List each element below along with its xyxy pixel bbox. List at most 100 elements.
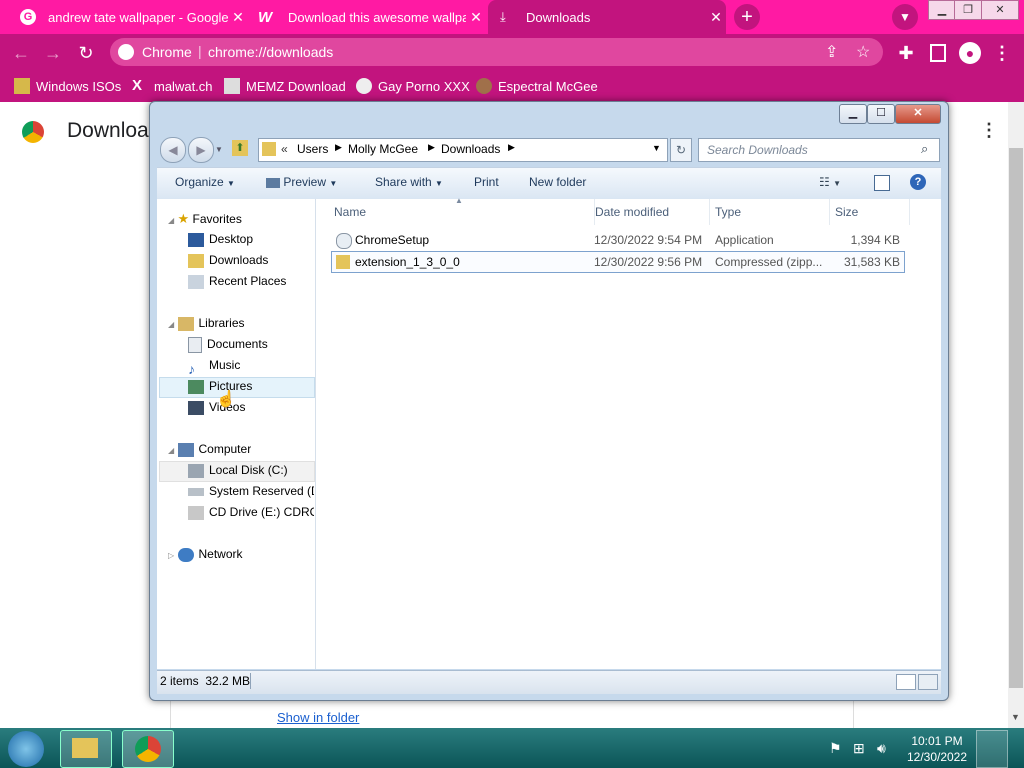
bookmark-windows-isos[interactable]: Windows ISOs	[14, 70, 121, 102]
url-text[interactable]: chrome://downloads	[208, 44, 333, 60]
recent-pages-chevron-icon[interactable]: ▼	[215, 145, 223, 154]
bookmark-espectral[interactable]: Espectral McGee	[476, 70, 598, 102]
status-divider	[250, 673, 251, 689]
reload-icon[interactable]: ↻	[75, 42, 97, 64]
preview-button[interactable]: Preview ▼	[266, 167, 337, 198]
nav-music[interactable]: ♪ Music	[188, 355, 240, 376]
nav-downloads[interactable]: Downloads	[188, 250, 268, 271]
print-button[interactable]: Print	[474, 167, 499, 198]
breadcrumb-arrow-icon[interactable]: ▶	[335, 142, 342, 153]
details-view-icon[interactable]	[896, 674, 916, 690]
user-avatar[interactable]	[976, 730, 1008, 768]
view-options-icon[interactable]: ☷ ▼	[819, 167, 841, 198]
breadcrumb-arrow-icon[interactable]: ▶	[508, 142, 515, 153]
help-icon[interactable]: ?	[910, 174, 926, 190]
column-type[interactable]: Type	[709, 199, 830, 225]
large-icons-view-icon[interactable]	[918, 674, 938, 690]
up-folder-icon[interactable]: ⬆	[232, 140, 248, 156]
column-date-modified[interactable]: Date modified	[589, 199, 710, 225]
explorer-close-button[interactable]: ✕	[895, 104, 941, 124]
address-dropdown-icon[interactable]: ▼	[652, 143, 661, 153]
close-icon[interactable]: ✕	[228, 9, 248, 26]
chrome-taskbar-button[interactable]	[122, 730, 174, 768]
file-name: ChromeSetup	[355, 233, 430, 247]
overflow-chevron-icon[interactable]: «	[281, 142, 288, 156]
star-icon[interactable]: ☆	[856, 42, 870, 62]
nav-cd-drive[interactable]: CD Drive (E:) CDROM	[188, 502, 314, 523]
close-icon[interactable]: ✕	[706, 9, 726, 26]
tab-downloads[interactable]: ⤓ Downloads ✕	[488, 0, 726, 34]
share-icon[interactable]: ⇪	[825, 42, 838, 62]
search-input[interactable]: Search Downloads ⌕	[698, 138, 940, 162]
scroll-down-arrow-icon[interactable]: ▼	[1011, 712, 1020, 722]
nav-computer[interactable]: ◢ Computer	[168, 439, 251, 460]
breadcrumb-arrow-icon[interactable]: ▶	[428, 142, 435, 153]
forward-arrow-icon[interactable]: →	[42, 42, 64, 64]
minimize-button[interactable]: ▁	[928, 0, 956, 20]
scrollbar-thumb[interactable]	[1009, 148, 1023, 688]
documents-icon	[188, 336, 202, 353]
side-panel-icon[interactable]	[930, 44, 946, 62]
profile-avatar-icon[interactable]: ●	[959, 42, 981, 64]
page-menu-kebab-icon[interactable]: ⋮	[980, 120, 998, 141]
close-window-button[interactable]: ✕	[981, 0, 1019, 20]
tab-google[interactable]: G andrew tate wallpaper - Google ✕	[14, 0, 248, 34]
show-in-folder-link[interactable]: Show in folder	[277, 710, 359, 725]
nav-local-disk[interactable]: Local Disk (C:)	[188, 460, 288, 481]
volume-icon[interactable]: 🔊︎	[877, 740, 886, 757]
nav-recent-places[interactable]: Recent Places	[188, 271, 286, 292]
search-icon[interactable]: ⌕	[921, 141, 928, 157]
column-size[interactable]: Size	[829, 199, 910, 225]
bookmark-malwatch[interactable]: Xmalwat.ch	[132, 70, 213, 102]
menu-kebab-icon[interactable]: ⋮	[991, 42, 1013, 64]
chevron-down-icon: ▼	[227, 179, 235, 188]
clock-date: 12/30/2022	[906, 750, 968, 764]
start-button[interactable]	[8, 731, 44, 767]
music-note-icon: ♪	[188, 360, 195, 376]
explorer-taskbar-button[interactable]	[60, 730, 112, 768]
breadcrumb-users[interactable]: Users	[297, 142, 328, 156]
refresh-icon[interactable]: ↻	[670, 138, 692, 162]
nav-network[interactable]: ▷ Network	[168, 544, 243, 565]
bookmark-gay-porno[interactable]: Gay Porno XXX	[356, 70, 470, 102]
tab-wallpaper[interactable]: W Download this awesome wallpa ✕	[252, 0, 486, 34]
site-favicon-icon	[224, 78, 240, 94]
organize-button[interactable]: Organize ▼	[175, 167, 235, 198]
omnibox[interactable]: Chrome | chrome://downloads ⇪ ☆	[110, 38, 883, 66]
nav-libraries[interactable]: ◢ Libraries	[168, 313, 245, 334]
new-folder-button[interactable]: New folder	[529, 167, 586, 198]
close-icon[interactable]: ✕	[466, 9, 486, 26]
nav-favorites[interactable]: ◢ ★ Favorites	[168, 208, 242, 229]
address-bar[interactable]: « Users ▶ Molly McGee ▶ Downloads ▶ ▼	[258, 138, 668, 162]
nav-system-reserved[interactable]: System Reserved (D:	[188, 481, 314, 502]
file-row[interactable]: extension_1_3_0_0 12/30/2022 9:56 PM Com…	[331, 251, 905, 273]
explorer-maximize-button[interactable]: ☐	[867, 104, 895, 124]
hard-drive-icon	[188, 463, 204, 478]
forward-arrow-icon[interactable]: ▶	[188, 137, 214, 163]
explorer-minimize-button[interactable]: ▁	[839, 104, 867, 124]
recent-places-icon	[188, 274, 204, 289]
action-center-flag-icon[interactable]: ⚑	[829, 740, 842, 757]
search-placeholder: Search Downloads	[707, 143, 808, 157]
back-arrow-icon[interactable]: ◀	[160, 137, 186, 163]
preview-pane-icon[interactable]	[874, 175, 890, 191]
clock[interactable]: 10:01 PM 12/30/2022	[901, 733, 973, 765]
file-row[interactable]: ChromeSetup 12/30/2022 9:54 PM Applicati…	[332, 230, 904, 250]
breadcrumb-downloads[interactable]: Downloads	[441, 142, 500, 156]
back-arrow-icon[interactable]: ←	[10, 42, 32, 64]
tab-search-chevron-icon[interactable]: ▼	[892, 4, 918, 30]
status-bar	[157, 670, 941, 694]
share-with-button[interactable]: Share with ▼	[375, 167, 443, 198]
breadcrumb-user[interactable]: Molly McGee	[348, 142, 418, 156]
column-name[interactable]: Name	[328, 199, 595, 225]
nav-desktop[interactable]: Desktop	[188, 229, 253, 250]
extensions-puzzle-icon[interactable]: ✚	[895, 42, 917, 64]
google-icon: G	[20, 9, 36, 25]
network-tray-icon[interactable]: ⊞	[853, 740, 865, 757]
nav-documents[interactable]: Documents	[188, 334, 268, 355]
file-size: 31,583 KB	[843, 255, 900, 269]
file-date: 12/30/2022 9:54 PM	[594, 233, 703, 247]
restore-button[interactable]: ❐	[954, 0, 982, 20]
bookmark-memz[interactable]: MEMZ Download	[224, 70, 346, 102]
new-tab-button[interactable]: +	[734, 4, 760, 30]
